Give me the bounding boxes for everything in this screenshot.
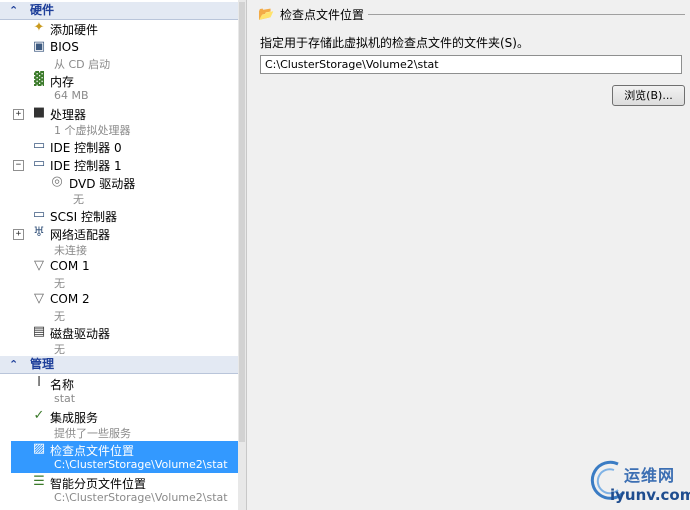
tree-item[interactable]: ▣ BIOS 从 CD 启动 — [0, 39, 238, 72]
collapse-chevron-icon[interactable]: ⌃ — [9, 2, 18, 19]
bios-icon: ▣ — [32, 39, 46, 54]
tree-item-detail: C:\ClusterStorage\Volume2\stat — [54, 458, 228, 471]
tree-item-label: 磁盘驱动器 — [50, 327, 111, 341]
section-title-hardware: 硬件 — [30, 3, 55, 17]
checkpoint-folder-icon: 📂 — [258, 7, 275, 22]
tree-item-label: 处理器 — [50, 108, 87, 122]
tree-item-detail: 无 — [54, 277, 65, 290]
tree-item-label: IDE 控制器 0 — [50, 141, 122, 155]
tree-item[interactable]: ▤ 磁盘驱动器无 — [0, 324, 238, 357]
ide-controller-icon: ▭ — [32, 138, 46, 153]
tree-item-detail: 无 — [54, 310, 65, 323]
tree-item-label: 集成服务 — [50, 411, 99, 425]
scrollbar-thumb[interactable] — [239, 2, 245, 442]
com-port-icon: ▽ — [34, 291, 44, 306]
expand-icon[interactable]: + — [13, 109, 24, 120]
section-header-management[interactable]: ⌃ 管理 — [0, 356, 238, 374]
tree-item-detail: 无 — [54, 343, 65, 356]
tree-item[interactable]: ◎ DVD 驱动器无 — [0, 174, 238, 207]
tree-item-label: SCSI 控制器 — [50, 210, 117, 224]
tree-item-label: 内存 — [50, 75, 75, 89]
checkpoint-path-input[interactable] — [260, 55, 682, 74]
tree-item-detail: C:\ClusterStorage\Volume2\stat — [54, 491, 228, 504]
tree-item-detail: 1 个虚拟处理器 — [54, 124, 131, 137]
tree-item-label: IDE 控制器 1 — [50, 159, 122, 173]
tree-item[interactable]: ▭ IDE 控制器 0 — [0, 138, 238, 155]
tree-item-detail: stat — [54, 392, 76, 405]
browse-button[interactable]: 浏览(B)... — [612, 85, 685, 106]
ide-controller-icon: ▭ — [32, 156, 46, 171]
checkpoint-folder-icon: ▨ — [32, 441, 46, 456]
processor-icon: ■ — [32, 105, 46, 120]
tree-item-detail: 提供了一些服务 — [54, 427, 131, 440]
floppy-drive-icon: ▤ — [32, 324, 46, 339]
watermark: 运维网 iyunv.com — [588, 456, 690, 508]
tree-item-label: 智能分页文件位置 — [50, 477, 147, 491]
collapse-icon[interactable]: − — [13, 160, 24, 171]
smart-paging-icon: ☰ — [33, 474, 45, 489]
tree-item-label: 网络适配器 — [50, 228, 111, 242]
tree-item-detail: 从 CD 启动 — [54, 58, 111, 71]
network-adapter-icon: ♅ — [33, 225, 45, 240]
tree-item-label: 检查点文件位置 — [50, 444, 135, 458]
tree-item[interactable]: ☰ 智能分页文件位置 C:\ClusterStorage\Volume2\stat — [0, 474, 238, 507]
details-description: 指定用于存储此虚拟机的检查点文件的文件夹(S)。 — [260, 36, 529, 50]
tree-item[interactable]: ▓ 内存 64 MB — [0, 72, 238, 105]
tree-scrollbar[interactable] — [238, 0, 247, 510]
expand-icon[interactable]: + — [13, 229, 24, 240]
tree-item-label: DVD 驱动器 — [69, 177, 136, 191]
tree-item-label: 名称 — [50, 378, 75, 392]
tree-item[interactable]: + ♅ 网络适配器未连接 — [0, 225, 238, 258]
tree-item-label: BIOS — [50, 40, 79, 54]
scsi-controller-icon: ▭ — [32, 207, 46, 222]
watermark-cn: 运维网 — [624, 466, 676, 485]
tree-item[interactable]: ✓ 集成服务提供了一些服务 — [0, 408, 238, 441]
section-title-management: 管理 — [30, 357, 55, 371]
tree-item[interactable]: ▭ SCSI 控制器 — [0, 207, 238, 224]
tree-item[interactable]: + ■ 处理器 1 个虚拟处理器 — [0, 105, 238, 138]
tree-item-label: COM 2 — [50, 292, 90, 306]
dvd-drive-icon: ◎ — [51, 174, 63, 189]
tree-item[interactable]: ▨ 检查点文件位置 C:\ClusterStorage\Volume2\stat — [0, 441, 238, 473]
tree-item-detail: 无 — [73, 193, 84, 206]
collapse-chevron-icon[interactable]: ⌃ — [9, 356, 18, 373]
tree-item[interactable]: ✦ 添加硬件 — [0, 20, 238, 37]
name-icon: I — [37, 375, 41, 390]
tree-item-label: COM 1 — [50, 259, 90, 273]
tree-item[interactable]: I 名称 stat — [0, 375, 238, 408]
com-port-icon: ▽ — [34, 258, 44, 273]
tree-item[interactable]: ▽ COM 1 无 — [0, 258, 238, 291]
integration-services-icon: ✓ — [33, 408, 45, 423]
tree-item[interactable]: − ▭ IDE 控制器 1 — [0, 156, 238, 173]
details-title: 检查点文件位置 — [280, 7, 369, 23]
group-divider — [367, 14, 685, 15]
details-panel: 📂 检查点文件位置 指定用于存储此虚拟机的检查点文件的文件夹(S)。 浏览(B)… — [247, 0, 690, 510]
tree-item-detail: 64 MB — [54, 89, 89, 102]
memory-icon: ▓ — [34, 72, 44, 87]
section-header-hardware[interactable]: ⌃ 硬件 — [0, 2, 238, 20]
watermark-en: iyunv.com — [610, 486, 690, 504]
tree-item[interactable]: ▽ COM 2 无 — [0, 291, 238, 324]
tree-item-label: 添加硬件 — [50, 23, 99, 37]
add-hardware-icon: ✦ — [33, 20, 45, 35]
settings-tree: ⌃ 硬件 ✦ 添加硬件 ▣ BIOS 从 CD 启动 ▓ 内存 64 MB + ■ 处理器 1 个虚拟… — [0, 0, 239, 510]
tree-item-detail: 未连接 — [54, 244, 87, 257]
